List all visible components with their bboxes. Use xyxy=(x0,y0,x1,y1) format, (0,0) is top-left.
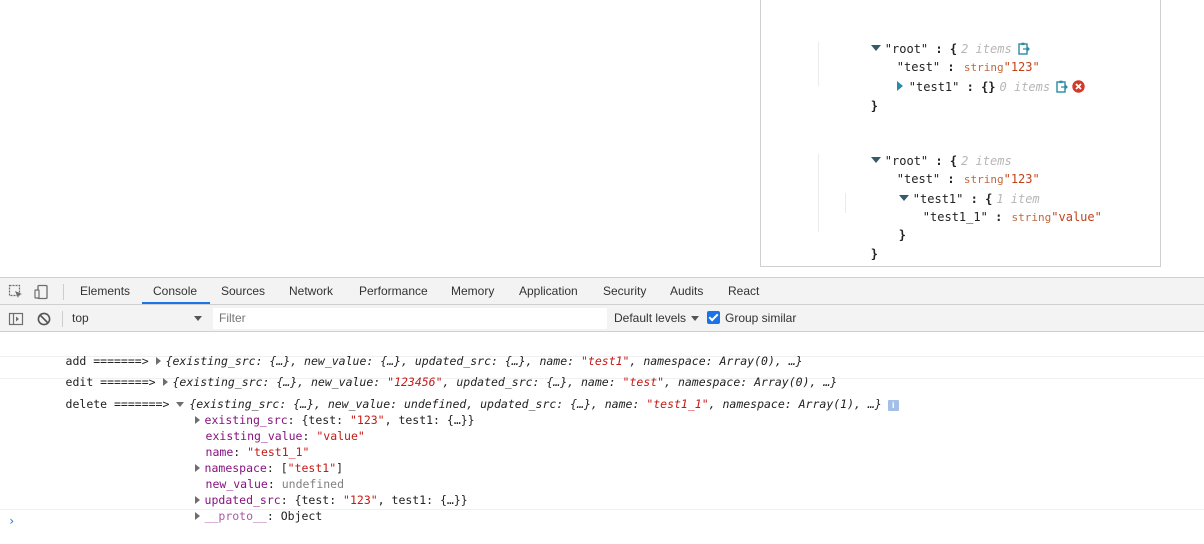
console-prompt[interactable]: › xyxy=(8,514,15,528)
tab-security[interactable]: Security xyxy=(603,278,646,305)
checkbox-checked-icon[interactable] xyxy=(707,311,720,324)
inspect-element-icon[interactable] xyxy=(8,284,24,300)
log-levels-dropdown[interactable]: Default levels xyxy=(614,305,700,332)
show-sidebar-icon[interactable] xyxy=(8,311,24,327)
root-close: } xyxy=(870,99,879,113)
filter-input[interactable] xyxy=(213,308,607,329)
object-property[interactable]: __proto__: Object xyxy=(0,492,1204,523)
tab-application[interactable]: Application xyxy=(519,278,578,305)
test1-close: } xyxy=(898,228,907,242)
tab-elements[interactable]: Elements xyxy=(80,278,130,305)
dropdown-arrow-icon xyxy=(691,316,700,321)
item-count: 0 items xyxy=(999,80,1051,94)
group-similar-toggle[interactable]: Group similar xyxy=(707,305,796,332)
devtools-tab-bar: Elements Console Sources Network Perform… xyxy=(0,278,1204,305)
root-row[interactable]: "root" : {2 items xyxy=(813,25,1030,56)
test1-row[interactable]: "test1" : {1 item xyxy=(841,175,1040,206)
tab-audits[interactable]: Audits xyxy=(670,278,703,305)
console-message[interactable]: add =======> {existing_src: {…}, new_val… xyxy=(0,337,1204,368)
tab-performance[interactable]: Performance xyxy=(359,278,428,305)
test-row: "test" : string"123" xyxy=(896,172,1040,186)
tab-network[interactable]: Network xyxy=(289,278,333,305)
test1-row[interactable]: "test1" : {} 0 items xyxy=(839,63,1085,94)
active-tab-indicator xyxy=(142,302,210,304)
page-viewport: "root" : {2 items "test" : string"123" "… xyxy=(0,0,1204,277)
expand-triangle-icon[interactable] xyxy=(896,81,903,91)
tab-memory[interactable]: Memory xyxy=(451,278,494,305)
test-row: "test" : string"123" xyxy=(896,60,1040,74)
toolbar-divider xyxy=(62,311,63,327)
tab-sources[interactable]: Sources xyxy=(221,278,265,305)
root-close: } xyxy=(870,247,879,261)
copy-to-clipboard-icon[interactable] xyxy=(1056,80,1069,93)
test1-1-row: "test1_1" : string"value" xyxy=(922,210,1102,224)
remove-item-icon[interactable] xyxy=(1072,80,1085,93)
expand-triangle-icon[interactable] xyxy=(194,512,200,520)
device-toolbar-icon[interactable] xyxy=(34,284,50,300)
json-viewer-panel: "root" : {2 items "test" : string"123" "… xyxy=(760,0,1161,267)
console-toolbar: top Default levels Group similar xyxy=(0,305,1204,332)
devtools-panel: Elements Console Sources Network Perform… xyxy=(0,277,1204,543)
root-row[interactable]: "root" : {2 items xyxy=(813,137,1012,168)
context-selector[interactable]: top xyxy=(66,309,206,328)
clear-console-icon[interactable] xyxy=(36,311,52,327)
dropdown-arrow-icon xyxy=(194,316,202,321)
tab-react[interactable]: React xyxy=(728,278,759,305)
console-message[interactable]: edit =======> {existing_src: {…}, new_va… xyxy=(0,358,1204,389)
toolbar-divider xyxy=(63,284,64,300)
tab-console[interactable]: Console xyxy=(153,278,197,305)
console-output: add =======> {existing_src: {…}, new_val… xyxy=(0,333,1204,544)
